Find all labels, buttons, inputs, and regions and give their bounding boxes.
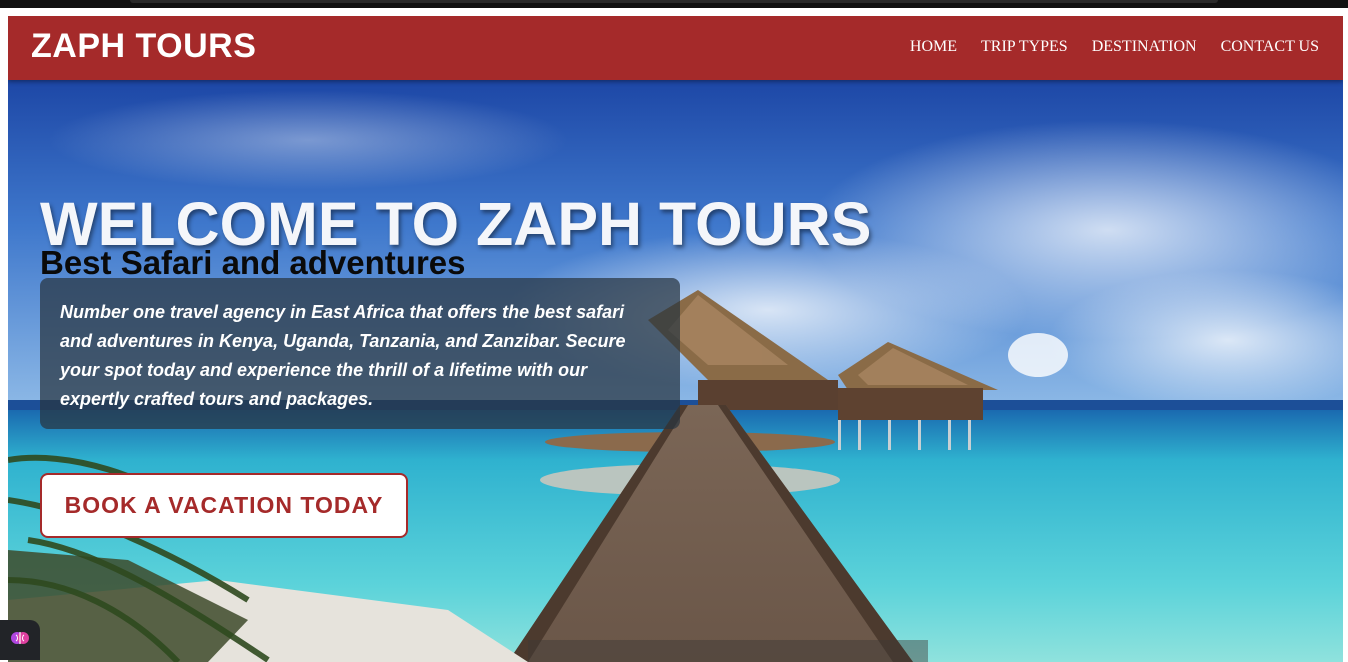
- page-frame: ZAPH TOURS HOME TRIP TYPES DESTINATION C…: [8, 16, 1343, 662]
- nav-links: HOME TRIP TYPES DESTINATION CONTACT US: [910, 38, 1319, 56]
- assistant-widget[interactable]: [0, 620, 40, 660]
- hero-section: WELCOME TO ZAPH TOURS Best Safari and ad…: [8, 80, 1343, 662]
- navbar: ZAPH TOURS HOME TRIP TYPES DESTINATION C…: [8, 16, 1343, 80]
- hero-description: Number one travel agency in East Africa …: [60, 302, 626, 409]
- nav-link-destination[interactable]: DESTINATION: [1092, 38, 1197, 56]
- nav-link-trip-types[interactable]: TRIP TYPES: [981, 38, 1068, 56]
- brain-icon: [10, 628, 30, 653]
- book-vacation-button[interactable]: BOOK A VACATION TODAY: [40, 473, 408, 538]
- browser-top-strip-inner: [130, 0, 1218, 3]
- brand-logo[interactable]: ZAPH TOURS: [31, 27, 256, 66]
- hero-subtitle: Best Safari and adventures: [40, 244, 466, 282]
- nav-link-contact-us[interactable]: CONTACT US: [1221, 38, 1319, 56]
- hero-description-box: Number one travel agency in East Africa …: [40, 278, 680, 429]
- nav-link-home[interactable]: HOME: [910, 38, 957, 56]
- browser-top-strip: [0, 0, 1348, 8]
